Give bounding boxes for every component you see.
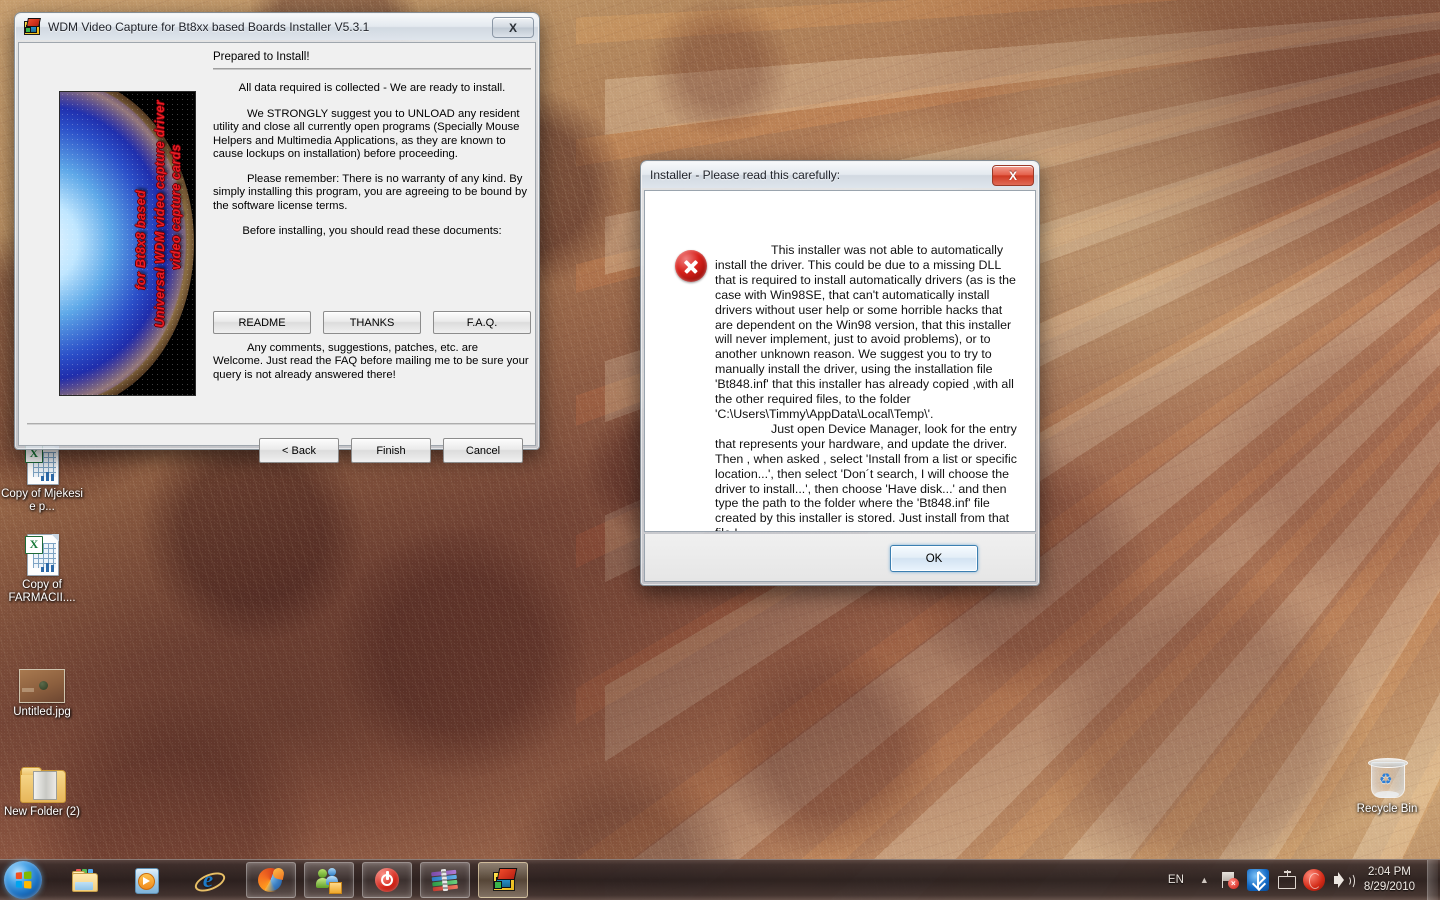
bluetooth-icon[interactable]	[1246, 869, 1269, 892]
language-indicator[interactable]: EN	[1159, 874, 1193, 886]
taskbar-button-messenger[interactable]	[304, 862, 354, 898]
network-icon[interactable]	[1275, 869, 1297, 891]
installer-title: WDM Video Capture for Bt8xx based Boards…	[48, 20, 370, 34]
desktop-icon-folder[interactable]: New Folder (2)	[0, 755, 84, 819]
volume-icon[interactable]	[1331, 869, 1355, 891]
internet-explorer-icon: e	[192, 867, 228, 896]
dialog-paragraph-2: Just open Device Manager, look for the e…	[715, 421, 1017, 531]
installer-banner-image: Universal WDM video capture driver for B…	[59, 91, 196, 396]
taskbar-button-explorer[interactable]	[60, 863, 108, 897]
show-desktop-button[interactable]	[1427, 860, 1438, 900]
desktop-icon-label: Untitled.jpg	[13, 706, 71, 718]
close-icon[interactable]: X	[492, 17, 534, 38]
desktop-icon-label: Copy of Mjekesi e p...	[1, 488, 83, 513]
taskbar[interactable]: e EN ▲ × 2:04 PM 8/29/2010	[0, 859, 1440, 900]
faq-button[interactable]: F.A.Q.	[433, 311, 531, 334]
folder-explorer-icon	[71, 867, 98, 893]
taskbar-button-media-player[interactable]	[122, 863, 170, 897]
back-button[interactable]: < Back	[259, 438, 339, 463]
taskbar-button-winrar[interactable]	[420, 862, 470, 898]
installer-body: Universal WDM video capture driver for B…	[18, 42, 536, 463]
clock-date: 8/29/2010	[1363, 881, 1415, 893]
footer-divider	[27, 423, 535, 425]
system-tray: EN ▲ × 2:04 PM 8/29/2010	[1159, 860, 1440, 900]
message-dialog[interactable]: Installer - Please read this carefully: …	[640, 160, 1040, 586]
start-button[interactable]	[4, 861, 42, 899]
excel-file-icon: X	[0, 528, 84, 576]
image-file-icon	[0, 655, 84, 703]
banner-line-3: video capture cards	[169, 144, 183, 270]
readme-button[interactable]: README	[213, 311, 311, 334]
dialog-footer: OK	[644, 534, 1036, 582]
desktop-icon-image[interactable]: Untitled.jpg	[0, 655, 84, 719]
shield-red-icon[interactable]	[1302, 869, 1325, 891]
installer-titlebar[interactable]: WDM Video Capture for Bt8xx based Boards…	[16, 14, 538, 40]
installer-heading: Prepared to Install!	[213, 51, 310, 63]
finish-button[interactable]: Finish	[351, 438, 431, 463]
error-icon	[675, 250, 707, 282]
flag-alert-icon[interactable]: ×	[1219, 869, 1241, 891]
installer-paragraph-2: We STRONGLY suggest you to UNLOAD any re…	[213, 108, 520, 161]
messenger-icon	[316, 867, 342, 894]
folder-icon	[0, 755, 84, 803]
media-player-icon	[133, 867, 159, 894]
winrar-icon	[431, 866, 460, 895]
installer-box-icon	[22, 18, 41, 36]
taskbar-button-installer[interactable]	[478, 862, 528, 898]
banner-line-2: for Bt8x8 based	[134, 190, 148, 290]
heading-divider	[213, 68, 531, 70]
banner-line-1: Universal WDM video capture driver	[153, 100, 167, 328]
dialog-content: This installer was not able to automatic…	[644, 190, 1036, 532]
installer-paragraph-4: Before installing, you should read these…	[242, 225, 502, 237]
desktop-icon-excel-2[interactable]: X Copy of FARMACII....	[0, 528, 84, 605]
close-icon[interactable]: X	[992, 165, 1034, 186]
desktop-icon-recycle-bin[interactable]: ♻ Recycle Bin	[1345, 752, 1429, 816]
taskbar-button-shutdown[interactable]	[362, 862, 412, 898]
ok-button[interactable]: OK	[890, 545, 978, 572]
clock-time: 2:04 PM	[1368, 866, 1411, 878]
installer-paragraph-1: All data required is collected - We are …	[238, 82, 506, 94]
cancel-button[interactable]: Cancel	[443, 438, 523, 463]
thanks-button[interactable]: THANKS	[323, 311, 421, 334]
dialog-title: Installer - Please read this carefully:	[650, 168, 841, 182]
dialog-paragraph-1: This installer was not able to automatic…	[715, 243, 1016, 421]
power-icon	[374, 867, 400, 893]
chevron-up-icon[interactable]: ▲	[1193, 875, 1216, 885]
dialog-message: This installer was not able to automatic…	[715, 243, 1020, 531]
taskbar-button-firefox[interactable]	[246, 862, 296, 898]
firefox-icon	[258, 866, 286, 893]
taskbar-button-internet-explorer[interactable]: e	[184, 863, 232, 897]
recycle-bin-icon: ♻	[1345, 752, 1429, 800]
installer-window[interactable]: WDM Video Capture for Bt8xx based Boards…	[14, 12, 540, 463]
dialog-titlebar[interactable]: Installer - Please read this carefully: …	[642, 162, 1038, 188]
clock[interactable]: 2:04 PM 8/29/2010	[1356, 865, 1425, 895]
windows-logo-icon	[15, 871, 32, 889]
installer-paragraph-5: Any comments, suggestions, patches, etc.…	[213, 342, 529, 381]
installer-box-icon	[490, 867, 518, 893]
installer-nav-buttons: < Back Finish Cancel	[259, 438, 523, 463]
desktop-icon-label: Copy of FARMACII....	[8, 579, 76, 604]
desktop-icon-label: New Folder (2)	[3, 806, 81, 818]
installer-doc-buttons: README THANKS F.A.Q.	[213, 311, 531, 334]
installer-paragraph-3: Please remember: There is no warranty of…	[213, 173, 527, 212]
desktop-icon-label: Recycle Bin	[1356, 803, 1418, 815]
